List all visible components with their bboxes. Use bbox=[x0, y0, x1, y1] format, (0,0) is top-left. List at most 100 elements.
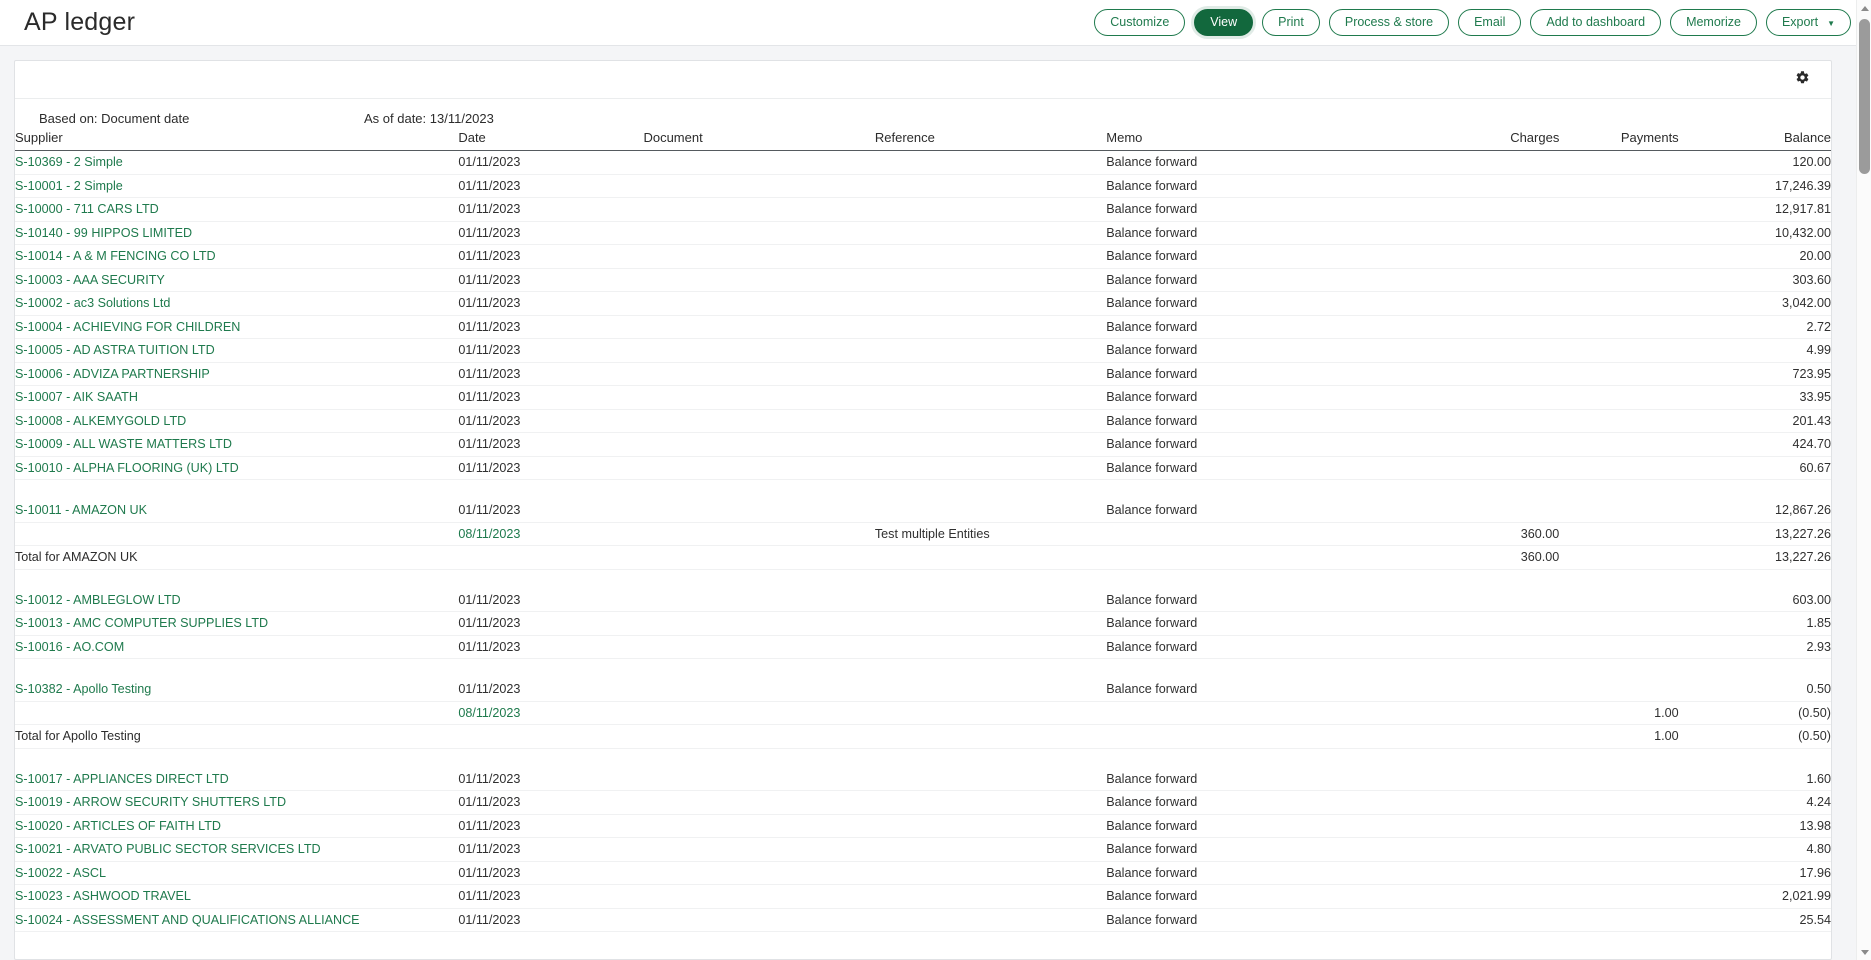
supplier-link[interactable]: S-10014 - A & M FENCING CO LTD bbox=[15, 249, 216, 263]
balance-text: 424.70 bbox=[1792, 437, 1831, 452]
print-button[interactable]: Print bbox=[1262, 9, 1320, 36]
process-store-button[interactable]: Process & store bbox=[1328, 9, 1450, 36]
cell-memo: Balance forward bbox=[1106, 908, 1411, 932]
cell-payments: 1.00 bbox=[1559, 701, 1679, 725]
cell-supplier: S-10012 - AMBLEGLOW LTD bbox=[15, 588, 459, 612]
supplier-link[interactable]: S-10020 - ARTICLES OF FAITH LTD bbox=[15, 819, 221, 833]
cell-document bbox=[643, 498, 875, 523]
cell-payments bbox=[1559, 291, 1679, 316]
cell-date: 01/11/2023 bbox=[458, 677, 644, 702]
supplier-link[interactable]: S-10022 - ASCL bbox=[15, 866, 106, 880]
cell-reference bbox=[874, 432, 1107, 457]
column-header-supplier[interactable]: Supplier bbox=[15, 130, 459, 151]
cell-payments bbox=[1559, 315, 1679, 339]
date-text: 01/11/2023 bbox=[458, 202, 521, 217]
supplier-link[interactable]: S-10021 - ARVATO PUBLIC SECTOR SERVICES … bbox=[15, 842, 321, 856]
cell-balance: 60.67 bbox=[1678, 456, 1831, 480]
memo-text: Balance forward bbox=[1106, 771, 1198, 786]
view-button[interactable]: View bbox=[1194, 9, 1254, 36]
supplier-link[interactable]: S-10010 - ALPHA FLOORING (UK) LTD bbox=[15, 461, 239, 475]
supplier-link[interactable]: S-10011 - AMAZON UK bbox=[15, 503, 147, 517]
memorize-button[interactable]: Memorize bbox=[1670, 9, 1757, 36]
cell-payments bbox=[1559, 861, 1679, 885]
process-store-button-label: Process & store bbox=[1344, 15, 1434, 30]
cell-balance: 3,042.00 bbox=[1678, 291, 1831, 316]
cell-reference bbox=[874, 268, 1107, 292]
column-header-memo[interactable]: Memo bbox=[1106, 130, 1411, 151]
cell-balance: 303.60 bbox=[1678, 268, 1831, 292]
cell-payments: 1.00 bbox=[1559, 724, 1679, 749]
supplier-link[interactable]: S-10382 - Apollo Testing bbox=[15, 682, 151, 696]
supplier-link[interactable]: S-10017 - APPLIANCES DIRECT LTD bbox=[15, 772, 229, 786]
supplier-link[interactable]: S-10004 - ACHIEVING FOR CHILDREN bbox=[15, 320, 240, 334]
cell-date: 08/11/2023 bbox=[458, 522, 644, 546]
date-link[interactable]: 08/11/2023 bbox=[458, 706, 520, 720]
cell-charges bbox=[1410, 315, 1560, 339]
supplier-link[interactable]: S-10000 - 711 CARS LTD bbox=[15, 202, 159, 216]
supplier-link[interactable]: S-10007 - AIK SAATH bbox=[15, 390, 138, 404]
table-row: S-10016 - AO.COM 01/11/2023 Balance forwar… bbox=[15, 635, 1831, 659]
date-text: 01/11/2023 bbox=[458, 390, 521, 405]
supplier-link[interactable]: S-10002 - ac3 Solutions Ltd bbox=[15, 296, 170, 310]
cell-charges bbox=[1410, 221, 1560, 245]
chevron-down-icon[interactable]: ▼ bbox=[1827, 19, 1835, 28]
supplier-link[interactable]: S-10369 - 2 Simple bbox=[15, 155, 123, 169]
date-text: 01/11/2023 bbox=[458, 503, 521, 517]
cell-supplier: S-10009 - ALL WASTE MATTERS LTD bbox=[15, 432, 459, 457]
scrollbar-thumb[interactable] bbox=[1859, 19, 1870, 174]
table-row: S-10010 - ALPHA FLOORING (UK) LTD 01/11/2… bbox=[15, 456, 1831, 480]
cell-reference bbox=[874, 409, 1107, 433]
supplier-link[interactable]: S-10008 - ALKEMYGOLD LTD bbox=[15, 414, 186, 428]
cell-memo: Balance forward bbox=[1106, 861, 1411, 885]
add-to-dashboard-button[interactable]: Add to dashboard bbox=[1530, 9, 1662, 36]
cell-date: 01/11/2023 bbox=[458, 456, 644, 480]
balance-text: 2.72 bbox=[1806, 319, 1831, 334]
gear-icon[interactable] bbox=[1795, 70, 1810, 90]
cell-charges bbox=[1410, 611, 1560, 636]
scroll-up-arrow-icon[interactable] bbox=[1857, 0, 1871, 16]
balance-text: 13,227.26 bbox=[1774, 526, 1831, 541]
print-button-label: Print bbox=[1278, 15, 1304, 30]
column-header-charges[interactable]: Charges bbox=[1410, 130, 1560, 151]
date-link[interactable]: 08/11/2023 bbox=[458, 527, 520, 541]
supplier-link[interactable]: S-10013 - AMC COMPUTER SUPPLIES LTD bbox=[15, 616, 268, 630]
supplier-link[interactable]: S-10001 - 2 Simple bbox=[15, 179, 123, 193]
supplier-link[interactable]: S-10009 - ALL WASTE MATTERS LTD bbox=[15, 437, 232, 451]
cell-supplier: S-10005 - AD ASTRA TUITION LTD bbox=[15, 338, 459, 363]
supplier-link[interactable]: S-10140 - 99 HIPPOS LIMITED bbox=[15, 226, 192, 240]
report-settings-row bbox=[15, 61, 1831, 99]
cell-document bbox=[643, 221, 875, 245]
cell-reference bbox=[874, 908, 1107, 932]
date-text: 01/11/2023 bbox=[458, 272, 521, 287]
supplier-link[interactable]: S-10016 - AO.COM bbox=[15, 640, 124, 654]
column-header-reference[interactable]: Reference bbox=[874, 130, 1107, 151]
page-scrollbar[interactable] bbox=[1856, 0, 1871, 960]
scroll-down-arrow-icon[interactable] bbox=[1857, 944, 1871, 960]
balance-text: 303.60 bbox=[1792, 272, 1831, 287]
cell-memo: Balance forward bbox=[1106, 150, 1411, 175]
customize-button[interactable]: Customize bbox=[1094, 9, 1186, 36]
as-of-date-label: As of date: 13/11/2023 bbox=[364, 111, 494, 126]
cell-memo: Balance forward bbox=[1106, 498, 1411, 523]
supplier-link[interactable]: S-10003 - AAA SECURITY bbox=[15, 273, 165, 287]
cell-date: 01/11/2023 bbox=[458, 338, 644, 363]
column-header-date[interactable]: Date bbox=[458, 130, 644, 151]
cell-document bbox=[643, 174, 875, 198]
column-header-document[interactable]: Document bbox=[643, 130, 875, 151]
supplier-link[interactable]: S-10024 - ASSESSMENT AND QUALIFICATIONS … bbox=[15, 913, 360, 927]
column-header-balance[interactable]: Balance bbox=[1678, 130, 1831, 151]
cell-charges bbox=[1410, 724, 1560, 749]
column-header-payments[interactable]: Payments bbox=[1559, 130, 1679, 151]
email-button[interactable]: Email bbox=[1458, 9, 1522, 36]
cell-date: 01/11/2023 bbox=[458, 611, 644, 636]
supplier-link[interactable]: S-10006 - ADVIZA PARTNERSHIP bbox=[15, 367, 210, 381]
cell-supplier: S-10002 - ac3 Solutions Ltd bbox=[15, 291, 459, 316]
cell-date: 01/11/2023 bbox=[458, 861, 644, 885]
supplier-link[interactable]: S-10023 - ASHWOOD TRAVEL bbox=[15, 889, 191, 903]
cell-balance: (0.50) bbox=[1678, 701, 1831, 725]
supplier-link[interactable]: S-10012 - AMBLEGLOW LTD bbox=[15, 593, 181, 607]
supplier-link[interactable]: S-10019 - ARROW SECURITY SHUTTERS LTD bbox=[15, 795, 286, 809]
date-text: 01/11/2023 bbox=[458, 343, 521, 358]
supplier-link[interactable]: S-10005 - AD ASTRA TUITION LTD bbox=[15, 343, 215, 357]
export-button[interactable]: Export ▼ bbox=[1765, 9, 1851, 36]
